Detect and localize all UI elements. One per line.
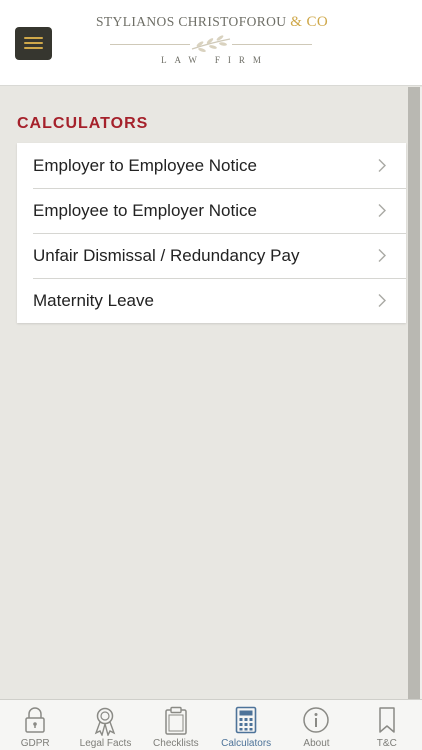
calculator-list: Employer to Employee Notice Employee to … bbox=[17, 143, 406, 323]
logo-subtitle: LAW FIRM bbox=[161, 55, 269, 65]
list-item-label: Maternity Leave bbox=[33, 290, 154, 310]
logo-rule-right bbox=[232, 44, 312, 45]
tab-label: GDPR bbox=[20, 738, 50, 749]
chevron-right-icon bbox=[378, 159, 386, 172]
list-item-unfair-dismissal[interactable]: Unfair Dismissal / Redundancy Pay bbox=[17, 233, 406, 278]
tab-label: Legal Facts bbox=[79, 738, 132, 749]
app-header: STYLIANOS CHRISTOFOROU & CO LAW FIRM bbox=[0, 0, 422, 86]
hamburger-menu-button[interactable] bbox=[15, 27, 52, 60]
menu-bar-icon bbox=[24, 42, 43, 44]
list-item-label: Employer to Employee Notice bbox=[33, 155, 257, 175]
bottom-tab-bar: GDPR Legal Facts Checklists Calculators … bbox=[0, 699, 422, 750]
law-firm-logo: STYLIANOS CHRISTOFOROU & CO LAW FIRM bbox=[96, 14, 329, 74]
list-item-maternity-leave[interactable]: Maternity Leave bbox=[17, 278, 406, 323]
menu-bar-icon bbox=[24, 37, 43, 39]
tab-label: Checklists bbox=[153, 738, 199, 749]
tab-terms[interactable]: T&C bbox=[352, 700, 422, 750]
chevron-right-icon bbox=[378, 204, 386, 217]
olive-branch-icon bbox=[191, 35, 231, 53]
tab-gdpr[interactable]: GDPR bbox=[0, 700, 70, 750]
tab-label: About bbox=[303, 738, 330, 749]
list-item-employee-to-employer-notice[interactable]: Employee to Employer Notice bbox=[17, 188, 406, 233]
scrollbar-thumb[interactable] bbox=[408, 87, 420, 699]
main-content: CALCULATORS Employer to Employee Notice … bbox=[0, 87, 408, 699]
list-item-label: Employee to Employer Notice bbox=[33, 200, 257, 220]
logo-name: STYLIANOS CHRISTOFOROU bbox=[96, 14, 287, 29]
tab-calculators[interactable]: Calculators bbox=[211, 700, 281, 750]
info-icon bbox=[303, 707, 330, 733]
section-title: CALCULATORS bbox=[17, 115, 149, 132]
tab-label: Calculators bbox=[221, 738, 272, 749]
tab-about[interactable]: About bbox=[281, 700, 351, 750]
tab-legal-facts[interactable]: Legal Facts bbox=[70, 700, 140, 750]
logo-rule-left bbox=[110, 44, 190, 45]
chevron-right-icon bbox=[378, 294, 386, 307]
award-ribbon-icon bbox=[95, 707, 116, 736]
list-item-employer-to-employee-notice[interactable]: Employer to Employee Notice bbox=[17, 143, 406, 188]
tab-label: T&C bbox=[376, 738, 397, 749]
menu-bar-icon bbox=[24, 47, 43, 49]
calculator-icon bbox=[235, 706, 257, 734]
list-item-label: Unfair Dismissal / Redundancy Pay bbox=[33, 245, 300, 265]
tab-checklists[interactable]: Checklists bbox=[141, 700, 211, 750]
chevron-right-icon bbox=[378, 249, 386, 262]
bookmark-icon bbox=[379, 707, 395, 733]
scrollbar[interactable] bbox=[408, 87, 422, 699]
lock-icon bbox=[25, 707, 45, 733]
clipboard-icon bbox=[165, 706, 187, 735]
logo-amp: & CO bbox=[290, 14, 329, 30]
